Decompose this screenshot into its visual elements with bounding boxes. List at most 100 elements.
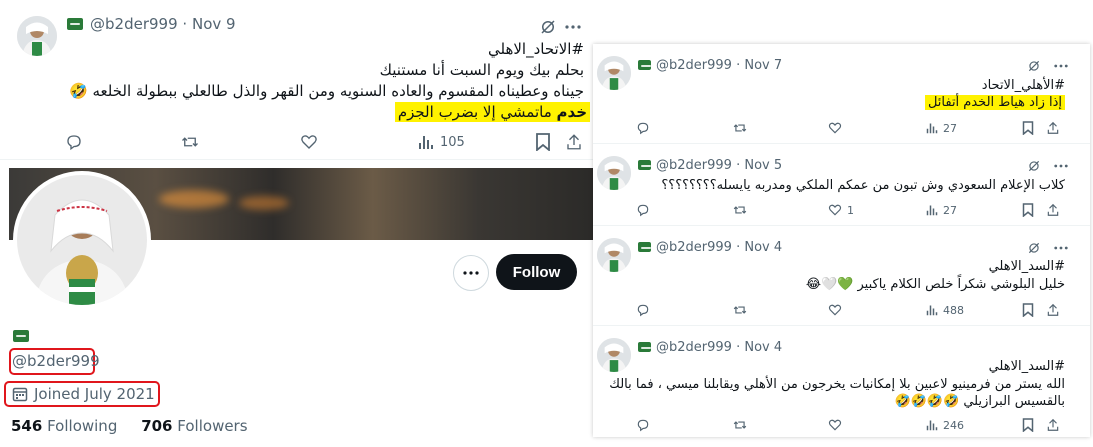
tweet-text-line3: خدم ماتمشي إلا بضرب الجزم [394,102,590,122]
tweet-handle[interactable]: @b2der999 [90,15,178,33]
share-icon[interactable] [1045,120,1061,136]
retweet-icon[interactable] [732,417,748,433]
tweet-date[interactable]: Nov 7 [744,58,782,73]
views-count: 488 [943,304,964,317]
saudi-flag-icon [638,60,651,70]
tweet-text-line1: بحلم بيك ويوم السبت أنا مستنيك [379,61,584,79]
tweet-handle[interactable]: @b2der999 [656,158,732,173]
saudi-flag-icon [638,342,651,352]
avatar[interactable] [597,156,631,190]
profile-handle: @b2der999 [12,352,100,370]
profile-card: Follow @b2der999 Joined July 2021 546 Fo… [0,160,596,447]
highlight-text: ماتمشي إلا بضرب الجزم [397,103,552,121]
like-icon[interactable] [827,417,843,433]
avatar[interactable] [597,56,631,90]
avatar[interactable] [17,16,57,56]
follow-button[interactable]: Follow [496,254,577,290]
main-tweet[interactable]: @b2der999 · Nov 9 #الاتحاد_الاهلي بحلم ب… [0,0,596,160]
highlight-bold-word: خدم [556,103,587,121]
following-count: 546 [11,417,43,435]
saudi-flag-icon [13,330,29,342]
reply-icon[interactable] [635,120,651,136]
tweet-hashtag[interactable]: #السد_الاهلي [989,258,1065,275]
grok-icon[interactable] [1026,240,1042,256]
bookmark-icon[interactable] [1020,302,1036,318]
like-icon[interactable] [827,302,843,318]
retweet-icon[interactable] [732,202,748,218]
views-count: 105 [440,135,465,150]
tweet-hashtag[interactable]: #الأهلي_الاتحاد [982,77,1065,94]
tweet-handle[interactable]: @b2der999 [656,58,732,73]
following-link[interactable]: 546 Following [11,417,117,435]
tweet-hashtag[interactable]: #الاتحاد_الاهلي [488,40,584,59]
list-item[interactable]: @b2der999 · Nov 4 #السد_الاهلي الله يستر… [593,326,1090,437]
views-icon[interactable] [416,132,436,152]
views-icon[interactable] [924,120,940,136]
tweet-date[interactable]: Nov 4 [744,240,782,255]
more-options-icon[interactable] [563,17,583,37]
share-icon[interactable] [1045,202,1061,218]
tweet-date[interactable]: Nov 5 [744,158,782,173]
saudi-flag-icon [638,242,651,252]
bookmark-icon[interactable] [1020,417,1036,433]
reply-icon[interactable] [635,202,651,218]
retweet-icon[interactable] [732,302,748,318]
tweets-panel: @b2der999 · Nov 7 #الأهلي_الاتحاد إذا زا… [593,44,1090,437]
list-item[interactable]: @b2der999 · Nov 5 كلاب الإعلام السعودي و… [593,144,1090,226]
saudi-flag-icon [638,160,651,170]
reply-icon[interactable] [64,132,84,152]
calendar-icon [12,386,28,406]
tweet-text: كلاب الإعلام السعودي وش تبون من عمكم الم… [661,178,1065,193]
views-count: 27 [943,204,957,217]
reply-icon[interactable] [635,417,651,433]
likes-count: 1 [847,204,854,217]
tweet-hashtag[interactable]: #السد_الاهلي [989,358,1065,375]
more-options-icon[interactable] [1053,240,1069,256]
more-actions-button[interactable] [453,255,489,291]
more-options-icon[interactable] [1053,158,1069,174]
reply-icon[interactable] [635,302,651,318]
grok-icon[interactable] [538,17,558,37]
tweet-date[interactable]: Nov 4 [744,340,782,355]
tweet-text: خليل البلوشي شكراً خلص الكلام ياكبير 💚🤍😂 [805,277,1065,292]
views-icon[interactable] [924,417,940,433]
views-icon[interactable] [924,302,940,318]
retweet-icon[interactable] [732,120,748,136]
tweet-date[interactable]: Nov 9 [192,15,236,33]
avatar[interactable] [597,338,631,372]
like-icon[interactable] [299,132,319,152]
share-icon[interactable] [1045,417,1061,433]
like-icon[interactable] [827,120,843,136]
avatar[interactable] [597,238,631,272]
like-icon[interactable] [827,202,843,218]
tweet-handle[interactable]: @b2der999 [656,340,732,355]
views-icon[interactable] [924,202,940,218]
tweet-text-line2: جيناه وعطيناه المقسوم والعاده السنويه وم… [69,82,584,100]
share-icon[interactable] [564,132,584,152]
bookmark-icon[interactable] [1020,202,1036,218]
list-item[interactable]: @b2der999 · Nov 4 #السد_الاهلي خليل البل… [593,226,1090,326]
grok-icon[interactable] [1026,58,1042,74]
bookmark-icon[interactable] [1020,120,1036,136]
tweet-text-line1: الله يستر من فرمينيو لاعبين بلا إمكانيات… [609,377,1065,392]
views-count: 246 [943,419,964,432]
more-options-icon [463,271,479,275]
tweet-text-line2: بالقسيس البرازيلي 🤣🤣🤣🤣 [894,394,1065,409]
views-count: 27 [943,122,957,135]
share-icon[interactable] [1045,302,1061,318]
bookmark-icon[interactable] [533,132,553,152]
more-options-icon[interactable] [1053,58,1069,74]
retweet-icon[interactable] [180,132,200,152]
tweet-text: إذا زاد هياط الخدم أتفائل [924,94,1065,111]
grok-icon[interactable] [1026,158,1042,174]
followers-link[interactable]: 706 Followers [141,417,247,435]
tweet-handle[interactable]: @b2der999 [656,240,732,255]
following-label: Following [47,417,118,435]
follow-stats: 546 Following 706 Followers [11,417,248,435]
saudi-flag-icon [67,18,83,30]
list-item[interactable]: @b2der999 · Nov 7 #الأهلي_الاتحاد إذا زا… [593,44,1090,144]
followers-label: Followers [177,417,248,435]
profile-avatar[interactable] [13,171,151,309]
joined-date: Joined July 2021 [34,385,155,403]
followers-count: 706 [141,417,173,435]
